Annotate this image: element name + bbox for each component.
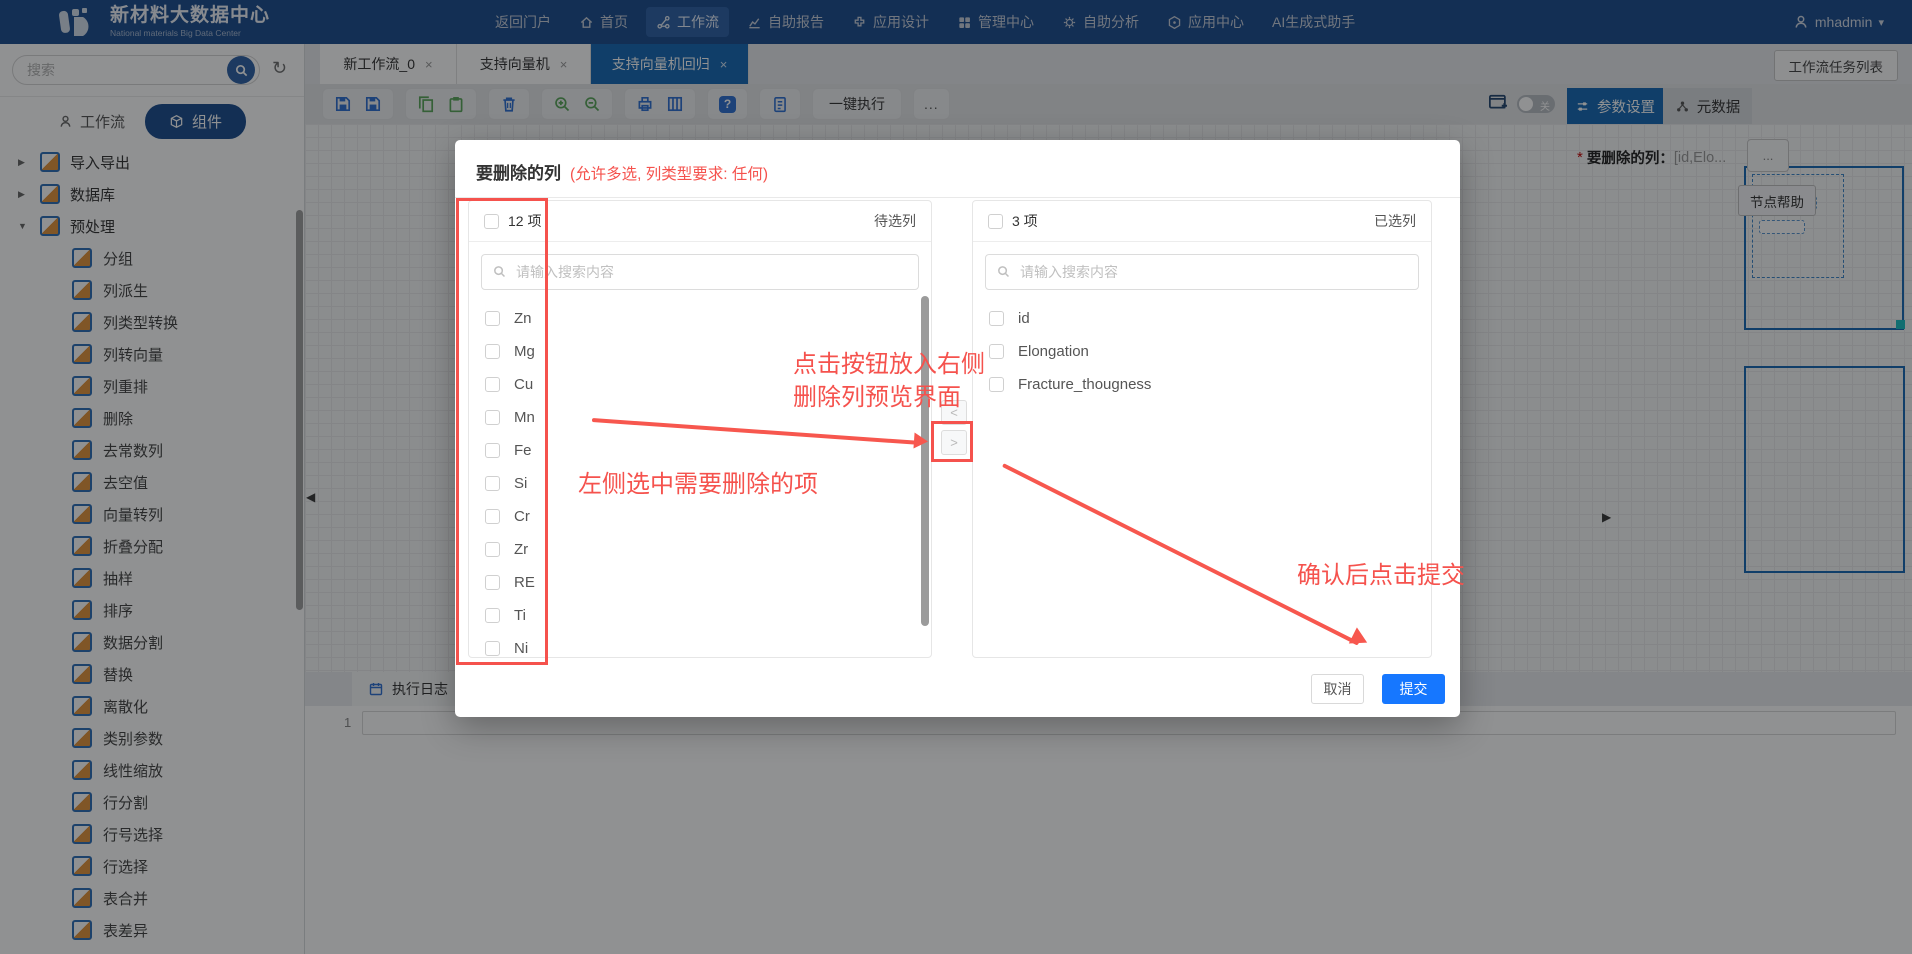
dialog-title: 要删除的列 (允许多选, 列类型要求: 任何) xyxy=(476,159,768,184)
item-label: Elongation xyxy=(1018,343,1089,360)
cancel-label: 取消 xyxy=(1324,679,1352,699)
item-count: 3 项 xyxy=(1012,211,1038,231)
item-label: Fracture_thougness xyxy=(1018,376,1151,393)
annotation-rect-move-button xyxy=(931,421,973,462)
annotation-arrowhead xyxy=(913,433,928,450)
dialog-title-text: 要删除的列 xyxy=(476,159,561,184)
divider xyxy=(455,197,1460,198)
cancel-button[interactable]: 取消 xyxy=(1311,674,1364,704)
item-checkbox[interactable] xyxy=(989,344,1004,359)
panel-side-label: 已选列 xyxy=(1374,211,1416,231)
item-checkbox[interactable] xyxy=(989,311,1004,326)
transfer-search xyxy=(985,254,1419,290)
dialog-title-note: (允许多选, 列类型要求: 任何) xyxy=(570,162,768,184)
app-root: 新材料大数据中心 National materials Big Data Cen… xyxy=(0,0,1912,954)
transfer-item[interactable]: id xyxy=(973,302,1431,335)
select-all-checkbox[interactable] xyxy=(988,214,1003,229)
submit-label: 提交 xyxy=(1400,679,1428,699)
transfer-item[interactable]: Elongation xyxy=(973,335,1431,368)
selected-items-list: id Elongation Fracture_thougness xyxy=(973,302,1431,401)
transfer-item[interactable]: Fracture_thougness xyxy=(973,368,1431,401)
submit-button[interactable]: 提交 xyxy=(1382,674,1445,704)
annotation-text-4: 确认后点击提交 xyxy=(1297,555,1465,590)
search-icon xyxy=(996,264,1011,279)
transfer-panel-header: 3 项 已选列 xyxy=(973,201,1431,242)
annotation-text-3: 左侧选中需要删除的项 xyxy=(578,464,818,499)
annotation-rect-left-column xyxy=(456,198,548,665)
item-checkbox[interactable] xyxy=(989,377,1004,392)
annotation-text-1: 点击按钮放入右侧 xyxy=(793,344,985,379)
transfer-search-input[interactable] xyxy=(985,254,1419,290)
item-label: id xyxy=(1018,310,1030,327)
annotation-text-2: 删除列预览界面 xyxy=(793,377,961,412)
panel-side-label: 待选列 xyxy=(874,211,916,231)
